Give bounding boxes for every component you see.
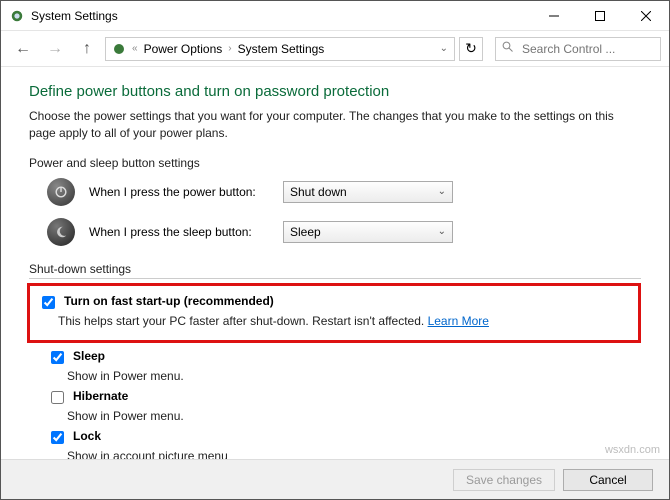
hibernate-desc: Show in Power menu.: [67, 409, 641, 423]
chevron-down-icon: ⌄: [438, 186, 446, 197]
power-icon: [47, 178, 75, 206]
search-box[interactable]: [495, 37, 661, 61]
hibernate-row: Hibernate: [47, 389, 641, 407]
chevron-down-icon: ⌄: [438, 226, 446, 237]
sleep-button-select[interactable]: Sleep ⌄: [283, 221, 453, 243]
sleep-option-label[interactable]: Sleep: [73, 349, 105, 363]
title-bar: System Settings: [1, 1, 669, 31]
sleep-button-value: Sleep: [290, 225, 321, 239]
lock-row: Lock: [47, 429, 641, 447]
breadcrumb[interactable]: « Power Options › System Settings ⌄: [105, 37, 455, 61]
shutdown-settings-title: Shut-down settings: [29, 262, 641, 279]
nav-bar: ← → ↑ « Power Options › System Settings …: [1, 31, 669, 67]
hibernate-checkbox[interactable]: [51, 391, 64, 404]
hibernate-option-label[interactable]: Hibernate: [73, 389, 128, 403]
sleep-desc: Show in Power menu.: [67, 369, 641, 383]
window-title: System Settings: [31, 9, 118, 23]
close-button[interactable]: [623, 1, 669, 31]
breadcrumb-level1[interactable]: Power Options: [144, 42, 223, 56]
fast-startup-highlight: Turn on fast start-up (recommended) This…: [27, 283, 641, 343]
sleep-row: Sleep: [47, 349, 641, 367]
power-button-select[interactable]: Shut down ⌄: [283, 181, 453, 203]
chevron-right-icon: ›: [228, 43, 231, 54]
page-description: Choose the power settings that you want …: [29, 108, 641, 142]
power-button-value: Shut down: [290, 185, 347, 199]
fast-startup-checkbox[interactable]: [42, 296, 55, 309]
breadcrumb-dropdown-icon[interactable]: ⌄: [440, 43, 448, 54]
moon-icon: [47, 218, 75, 246]
up-button[interactable]: ↑: [73, 35, 101, 63]
fast-startup-desc: This helps start your PC faster after sh…: [58, 314, 630, 328]
fast-startup-label[interactable]: Turn on fast start-up (recommended): [64, 294, 274, 308]
maximize-button[interactable]: [577, 1, 623, 31]
breadcrumb-icon: [112, 42, 126, 56]
content-pane: Define power buttons and turn on passwor…: [1, 67, 669, 461]
lock-option-label[interactable]: Lock: [73, 429, 101, 443]
breadcrumb-level2[interactable]: System Settings: [238, 42, 325, 56]
footer-bar: Save changes Cancel: [1, 459, 669, 499]
fast-startup-row: Turn on fast start-up (recommended): [38, 294, 630, 312]
app-icon: [9, 8, 25, 24]
watermark: wsxdn.com: [605, 444, 660, 456]
save-changes-button[interactable]: Save changes: [453, 469, 555, 491]
fast-startup-desc-text: This helps start your PC faster after sh…: [58, 314, 424, 328]
search-input[interactable]: [520, 41, 654, 57]
page-heading: Define power buttons and turn on passwor…: [29, 83, 641, 100]
sleep-checkbox[interactable]: [51, 351, 64, 364]
power-button-row: When I press the power button: Shut down…: [47, 178, 641, 206]
sleep-button-label: When I press the sleep button:: [89, 225, 269, 239]
cancel-button[interactable]: Cancel: [563, 469, 653, 491]
button-settings-title: Power and sleep button settings: [29, 156, 641, 170]
sleep-button-row: When I press the sleep button: Sleep ⌄: [47, 218, 641, 246]
forward-button[interactable]: →: [41, 35, 69, 63]
search-icon: [502, 41, 514, 56]
refresh-button[interactable]: ↻: [459, 37, 483, 61]
back-button[interactable]: ←: [9, 35, 37, 63]
minimize-button[interactable]: [531, 1, 577, 31]
lock-checkbox[interactable]: [51, 431, 64, 444]
learn-more-link[interactable]: Learn More: [428, 314, 489, 328]
chevron-icon: «: [132, 43, 138, 54]
power-button-label: When I press the power button:: [89, 185, 269, 199]
